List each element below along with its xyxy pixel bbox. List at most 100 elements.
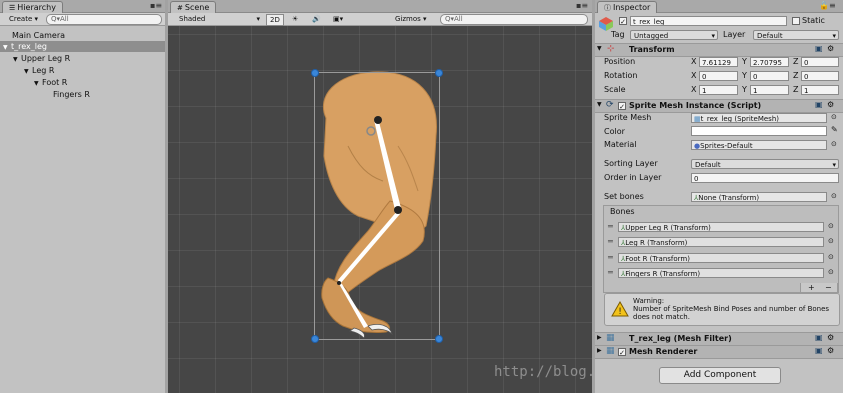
component-enabled-checkbox[interactable]: ✓ xyxy=(618,102,626,111)
hierarchy-item-main-camera[interactable]: Main Camera xyxy=(0,30,165,41)
scale-x-field[interactable]: 1 xyxy=(699,85,738,95)
scene-search-input[interactable]: Q▾All xyxy=(440,14,588,25)
collapsed-triangle-icon[interactable]: ▶ xyxy=(597,347,605,354)
transform-header[interactable]: ▼ ⊹ Transform ▣ ⚙ xyxy=(595,43,843,57)
object-name-field[interactable]: t_rex_leg xyxy=(630,16,787,26)
object-picker-icon[interactable]: ⊙ xyxy=(828,237,834,245)
effects-icon[interactable]: ▣▾ xyxy=(330,14,346,24)
mesh-filter-header[interactable]: ▶ ▦ T_rex_leg (Mesh Filter) ▣ ⚙ xyxy=(595,332,843,346)
add-bone-button[interactable]: + xyxy=(808,283,815,292)
hierarchy-search-input[interactable]: Q▾All xyxy=(46,14,162,25)
object-picker-icon[interactable]: ⊙ xyxy=(831,192,837,200)
set-bones-field[interactable]: ⅄None (Transform) xyxy=(691,192,827,202)
tab-scene[interactable]: # Scene xyxy=(170,1,217,13)
rect-handle-bottom-left[interactable] xyxy=(311,335,319,343)
scale-z-field[interactable]: 1 xyxy=(801,85,839,95)
remove-bone-button[interactable]: − xyxy=(825,283,832,292)
rect-handle-top-right[interactable] xyxy=(435,69,443,77)
bone-list-item[interactable]: ═ ⅄Fingers R (Transform) ⊙ xyxy=(606,267,840,281)
rect-handle-top-left[interactable] xyxy=(311,69,319,77)
scene-tabbar: # Scene ▪≡ xyxy=(168,0,592,13)
sorting-layer-dropdown[interactable]: Default xyxy=(691,159,839,170)
gear-icon[interactable]: ⚙ xyxy=(827,346,834,355)
sprite-mesh-value: t_rex_leg (SpriteMesh) xyxy=(700,115,779,123)
lighting-icon[interactable]: ☀ xyxy=(289,14,301,24)
2d-toggle[interactable]: 2D xyxy=(266,14,284,26)
hierarchy-item-upper-leg-r[interactable]: ▼ Upper Leg R xyxy=(0,53,165,64)
hierarchy-item-foot-r[interactable]: ▼ Foot R xyxy=(0,77,165,88)
help-icon[interactable]: ▣ xyxy=(815,333,823,342)
panel-menu-icon[interactable]: ▪≡ xyxy=(576,1,588,10)
component-enabled-checkbox[interactable]: ✓ xyxy=(618,348,626,357)
bone-field[interactable]: ⅄Fingers R (Transform) xyxy=(618,268,824,278)
drag-handle-icon[interactable]: ═ xyxy=(608,237,613,246)
sprite-mesh-instance-header[interactable]: ▼ ⟳ ✓ Sprite Mesh Instance (Script) ▣ ⚙ xyxy=(595,99,843,113)
gear-icon[interactable]: ⚙ xyxy=(827,333,834,342)
object-picker-icon[interactable]: ⊙ xyxy=(828,222,834,230)
axis-z-label: Z xyxy=(793,71,799,80)
material-field[interactable]: ●Sprites-Default xyxy=(691,140,827,150)
sprite-mesh-field[interactable]: ▦t_rex_leg (SpriteMesh) xyxy=(691,113,827,123)
sprite-mesh-instance-title: Sprite Mesh Instance (Script) xyxy=(629,101,762,110)
bone-field[interactable]: ⅄Leg R (Transform) xyxy=(618,237,824,247)
audio-icon[interactable]: 🔊 xyxy=(309,14,324,24)
layer-dropdown[interactable]: Default xyxy=(753,30,839,41)
expand-triangle-icon[interactable]: ▼ xyxy=(24,66,32,77)
object-picker-icon[interactable]: ⊙ xyxy=(831,140,837,148)
expand-triangle-icon[interactable]: ▼ xyxy=(13,54,21,65)
help-icon[interactable]: ▣ xyxy=(815,100,823,109)
active-checkbox[interactable]: ✓ xyxy=(619,17,627,26)
color-swatch[interactable] xyxy=(691,126,827,136)
expand-triangle-icon[interactable]: ▼ xyxy=(597,101,605,108)
order-in-layer-field[interactable]: 0 xyxy=(691,173,839,183)
rotation-x-field[interactable]: 0 xyxy=(699,71,738,81)
tab-hierarchy[interactable]: ☰ Hierarchy xyxy=(2,1,63,13)
bone-list-item[interactable]: ═ ⅄Foot R (Transform) ⊙ xyxy=(606,252,840,266)
position-x-field[interactable]: 7.61129 xyxy=(699,57,738,67)
drag-handle-icon[interactable]: ═ xyxy=(608,222,613,231)
scene-viewport[interactable]: http://blog.csdn.net/... xyxy=(168,26,592,393)
shading-dropdown[interactable]: Shaded xyxy=(176,14,262,24)
mesh-renderer-header[interactable]: ▶ ▦ ✓ Mesh Renderer ▣ ⚙ xyxy=(595,345,843,359)
hierarchy-item-label: Fingers R xyxy=(53,90,90,99)
lock-icon[interactable]: 🔒≡ xyxy=(819,1,836,10)
bone-list-item[interactable]: ═ ⅄Leg R (Transform) ⊙ xyxy=(606,236,840,250)
gear-icon[interactable]: ⚙ xyxy=(827,44,834,53)
rotation-z-field[interactable]: 0 xyxy=(801,71,839,81)
help-icon[interactable]: ▣ xyxy=(815,44,823,53)
add-component-button[interactable]: Add Component xyxy=(659,367,781,384)
hierarchy-item-fingers-r[interactable]: Fingers R xyxy=(0,89,165,100)
collapsed-triangle-icon[interactable]: ▶ xyxy=(597,334,605,341)
position-y-field[interactable]: 2.70795 xyxy=(750,57,789,67)
object-picker-icon[interactable]: ⊙ xyxy=(828,268,834,276)
axis-x-label: X xyxy=(691,85,697,94)
sorting-layer-label: Sorting Layer xyxy=(604,159,658,168)
bone-field[interactable]: ⅄Foot R (Transform) xyxy=(618,253,824,263)
tab-inspector[interactable]: ⓘ Inspector xyxy=(597,1,658,13)
object-picker-icon[interactable]: ⊙ xyxy=(828,253,834,261)
axis-z-label: Z xyxy=(793,57,799,66)
panel-menu-icon[interactable]: ▪≡ xyxy=(150,1,162,10)
tag-label: Tag xyxy=(611,30,625,39)
drag-handle-icon[interactable]: ═ xyxy=(608,268,613,277)
scale-y-field[interactable]: 1 xyxy=(750,85,789,95)
bone-list-item[interactable]: ═ ⅄Upper Leg R (Transform) ⊙ xyxy=(606,221,840,235)
rect-handle-bottom-right[interactable] xyxy=(435,335,443,343)
create-button[interactable]: Create ▾ xyxy=(6,14,41,24)
hierarchy-item-t-rex-leg[interactable]: ▼ t_rex_leg xyxy=(0,41,165,52)
bone-field[interactable]: ⅄Upper Leg R (Transform) xyxy=(618,222,824,232)
expand-triangle-icon[interactable]: ▼ xyxy=(3,42,11,53)
hierarchy-item-leg-r[interactable]: ▼ Leg R xyxy=(0,65,165,76)
gear-icon[interactable]: ⚙ xyxy=(827,100,834,109)
static-checkbox[interactable] xyxy=(792,17,800,25)
position-z-field[interactable]: 0 xyxy=(801,57,839,67)
gizmos-dropdown[interactable]: Gizmos ▾ xyxy=(392,14,430,24)
eyedropper-icon[interactable]: ✎ xyxy=(831,125,838,134)
expand-triangle-icon[interactable]: ▼ xyxy=(597,45,605,52)
help-icon[interactable]: ▣ xyxy=(815,346,823,355)
object-picker-icon[interactable]: ⊙ xyxy=(831,113,837,121)
expand-triangle-icon[interactable]: ▼ xyxy=(34,78,42,89)
drag-handle-icon[interactable]: ═ xyxy=(608,253,613,262)
tag-dropdown[interactable]: Untagged xyxy=(630,30,718,41)
rotation-y-field[interactable]: 0 xyxy=(750,71,789,81)
